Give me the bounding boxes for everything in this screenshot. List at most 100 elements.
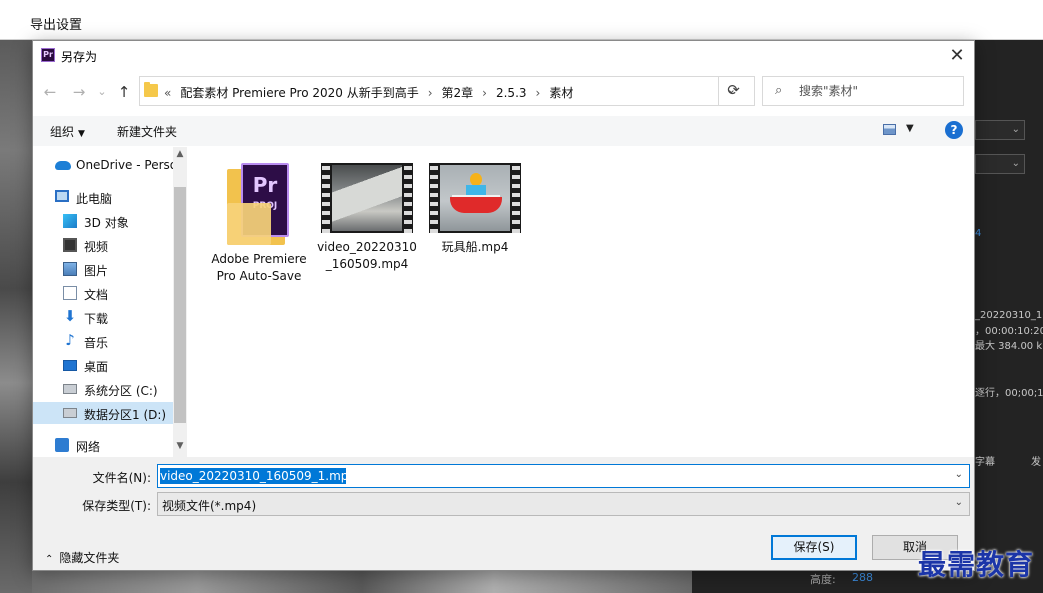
format-dropdown[interactable]: ⌄ xyxy=(975,120,1025,140)
breadcrumb: « 配套素材 Premiere Pro 2020 从新手到高手 › 第2章 › 2.5.3… xyxy=(164,84,582,101)
film-perforation xyxy=(404,163,412,233)
breadcrumb-separator-icon[interactable]: › xyxy=(428,86,433,100)
breadcrumb-item[interactable]: 配套素材 Premiere Pro 2020 从新手到高手 xyxy=(180,86,418,100)
forward-arrow-icon[interactable]: → xyxy=(68,81,90,103)
source-info-fragment-3: 最大 384.00 kb xyxy=(975,341,1043,352)
file-item-autosave-folder[interactable]: Pr PROJ Adobe Premiere Pro Auto-Save xyxy=(209,161,309,285)
breadcrumb-separator-icon[interactable]: › xyxy=(482,86,487,100)
hide-folders-label: 隐藏文件夹 xyxy=(59,551,120,565)
filename-combobox[interactable]: ⌄ xyxy=(157,464,970,488)
tab-captions-fragment[interactable]: 字幕 xyxy=(975,453,995,468)
nav-item-this-pc[interactable]: 此电脑 xyxy=(33,186,173,208)
desktop-icon xyxy=(63,360,77,371)
navigation-pane[interactable]: OneDrive - Personal 此电脑 3D 对象 视频 图片 文档 ⬇… xyxy=(33,147,187,457)
nav-item-pictures[interactable]: 图片 xyxy=(33,258,173,280)
3d-objects-icon xyxy=(63,214,77,228)
refresh-icon[interactable]: ⟳ xyxy=(718,76,748,106)
file-name: Adobe Premiere Pro Auto-Save xyxy=(211,252,307,283)
nav-item-drive-c[interactable]: 系统分区 (C:) xyxy=(33,378,173,400)
nav-item-network[interactable]: 网络 xyxy=(33,434,173,456)
breadcrumb-separator-icon[interactable]: › xyxy=(536,86,541,100)
search-input[interactable] xyxy=(799,82,949,100)
filetype-label: 保存类型(T): xyxy=(82,499,151,513)
file-name: 玩具船.mp4 xyxy=(441,240,509,254)
filename-label: 文件名(N): xyxy=(92,471,151,485)
export-settings-title: 导出设置 xyxy=(30,18,83,33)
nav-item-documents[interactable]: 文档 xyxy=(33,282,173,304)
save-button[interactable]: 保存(S) xyxy=(771,535,857,560)
video-thumbnail-icon xyxy=(321,163,413,233)
document-folder-icon xyxy=(63,286,77,300)
source-info-fragment-2: ，00:00:10:20 xyxy=(975,326,1043,337)
file-item-toy-boat[interactable]: 玩具船.mp4 xyxy=(425,161,525,256)
nav-item-videos[interactable]: 视频 xyxy=(33,234,173,256)
breadcrumb-item[interactable]: 素材 xyxy=(549,86,573,100)
chevron-down-icon[interactable]: ⌄ xyxy=(955,469,963,480)
watermark-logo: 最需教育 xyxy=(918,548,1035,581)
video-thumbnail-icon xyxy=(429,163,521,233)
breadcrumb-item[interactable]: 2.5.3 xyxy=(496,86,527,100)
view-options-icon[interactable] xyxy=(883,124,896,135)
file-item-video[interactable]: video_20220310_160509.mp4 xyxy=(317,161,417,273)
nav-item-downloads[interactable]: ⬇ 下载 xyxy=(33,306,173,328)
filename-input[interactable] xyxy=(160,468,940,484)
filetype-value: 视频文件(*.mp4) xyxy=(162,499,257,513)
navigation-scrollbar[interactable]: ▲ ▼ xyxy=(173,147,187,457)
back-arrow-icon[interactable]: ← xyxy=(39,81,61,103)
filetype-select[interactable]: 视频文件(*.mp4) ⌄ xyxy=(157,492,970,516)
output-name-fragment[interactable]: 4 xyxy=(975,228,981,239)
close-button[interactable]: ✕ xyxy=(944,43,970,69)
file-list[interactable]: Pr PROJ Adobe Premiere Pro Auto-Save vid… xyxy=(188,147,974,457)
boat-hull-shape xyxy=(450,197,502,213)
video-frame-boat xyxy=(440,165,510,231)
nav-item-label: 下载 xyxy=(84,312,109,326)
breadcrumb-item[interactable]: 第2章 xyxy=(442,86,474,100)
picture-folder-icon xyxy=(63,262,77,276)
scrollbar-thumb[interactable] xyxy=(174,187,186,423)
premiere-folder-icon: Pr PROJ xyxy=(227,163,291,245)
background-preview-bottom xyxy=(32,571,692,593)
recent-locations-chevron-icon[interactable]: ⌄ xyxy=(91,81,113,103)
search-box[interactable]: ⌕ xyxy=(762,76,964,106)
chevron-up-icon: ⌃ xyxy=(45,554,54,565)
nav-item-3d-objects[interactable]: 3D 对象 xyxy=(33,210,173,232)
nav-item-label: OneDrive - Personal xyxy=(76,158,187,172)
organize-menu[interactable]: 组织 ▼ xyxy=(50,123,85,140)
nav-item-drive-d[interactable]: 数据分区1 (D:) xyxy=(33,402,173,424)
nav-item-label: 系统分区 (C:) xyxy=(84,384,158,398)
nav-item-music[interactable]: ♪ 音乐 xyxy=(33,330,173,352)
new-folder-button[interactable]: 新建文件夹 xyxy=(117,123,177,140)
nav-item-onedrive[interactable]: OneDrive - Personal xyxy=(33,154,187,176)
nav-item-label: 数据分区1 (D:) xyxy=(84,408,167,422)
nav-item-label: 此电脑 xyxy=(76,192,113,206)
search-icon: ⌕ xyxy=(775,83,783,98)
background-preview-left xyxy=(0,40,32,593)
download-icon: ⬇ xyxy=(63,307,77,325)
save-as-dialog: Pr 另存为 ✕ ← → ⌄ ↑ « 配套素材 Premiere Pro 2020… xyxy=(32,40,975,571)
source-info-fragment-1: _20220310_16 xyxy=(975,310,1043,321)
view-caret-icon[interactable]: ▼ xyxy=(906,123,914,134)
premiere-app-icon: Pr xyxy=(41,48,55,62)
tab-publish-fragment[interactable]: 发 xyxy=(1031,453,1041,468)
height-value[interactable]: 288 xyxy=(852,571,873,584)
nav-item-desktop[interactable]: 桌面 xyxy=(33,354,173,376)
chevron-down-icon[interactable]: ⌄ xyxy=(955,497,963,508)
address-bar[interactable]: « 配套素材 Premiere Pro 2020 从新手到高手 › 第2章 › 2.5.3… xyxy=(139,76,755,106)
export-settings-right-panel: ⌄ ⌄ 4 _20220310_16 ，00:00:10:20 最大 384.0… xyxy=(975,40,1043,593)
scroll-up-icon[interactable]: ▲ xyxy=(173,149,187,159)
drive-d-icon xyxy=(63,408,77,418)
scroll-down-icon[interactable]: ▼ xyxy=(173,441,187,451)
premiere-icon-text: Pr xyxy=(252,173,278,197)
film-perforation xyxy=(430,163,438,233)
drive-c-icon xyxy=(63,384,77,394)
hide-folders-toggle[interactable]: ⌃ 隐藏文件夹 xyxy=(45,549,119,566)
nav-item-label: 3D 对象 xyxy=(84,216,129,230)
nav-item-label: 音乐 xyxy=(84,336,109,350)
nav-item-label: 网络 xyxy=(76,440,101,454)
breadcrumb-overflow-icon[interactable]: « xyxy=(164,86,171,100)
up-arrow-icon[interactable]: ↑ xyxy=(113,81,135,103)
command-toolbar: 组织 ▼ 新建文件夹 ▼ ? xyxy=(33,116,974,146)
preset-dropdown[interactable]: ⌄ xyxy=(975,154,1025,174)
help-icon[interactable]: ? xyxy=(945,121,963,139)
video-frame-paper xyxy=(332,165,402,231)
